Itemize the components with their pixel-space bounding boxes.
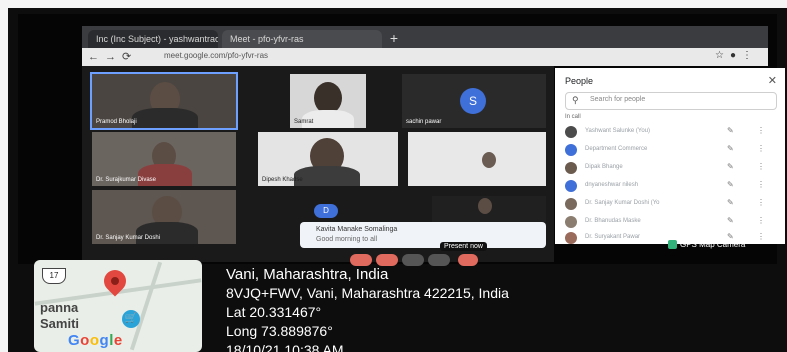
participant-row[interactable]: Dipak Bhange ✎ ⋮: [565, 160, 777, 176]
avatar: [565, 162, 577, 174]
search-placeholder: Search for people: [590, 96, 646, 103]
tab-meet[interactable]: Meet - pfo-yfvr-ras: [222, 30, 382, 50]
people-panel: People ✕ ⚲ Search for people In call Yas…: [555, 68, 785, 244]
avatar: [565, 126, 577, 138]
participant-name: Dipesh Khadse: [262, 177, 303, 183]
more-options-icon[interactable]: ⋮: [757, 180, 765, 189]
participant-row[interactable]: Dr. Sanjay Kumar Doshi (Yo ✎ ⋮: [565, 196, 777, 212]
participant-name: Samrat: [294, 119, 314, 125]
browser-tab-bar: Inc (Inc Subject) - yashwantrao (Mail) M…: [82, 26, 768, 50]
gps-badge-label: GPS Map Camera: [680, 240, 746, 249]
route-shield: 17: [42, 268, 66, 284]
mic-muted-icon[interactable]: ✎: [727, 144, 734, 153]
mic-muted-icon[interactable]: ✎: [727, 198, 734, 207]
people-panel-title: People: [565, 76, 594, 86]
present-screen-icon[interactable]: [428, 254, 450, 266]
more-options-icon[interactable]: ⋮: [757, 198, 765, 207]
participant-tile[interactable]: Dr. Surajkumar Divase: [92, 132, 236, 186]
captions-icon[interactable]: [402, 254, 424, 266]
more-options-icon[interactable]: ⋮: [757, 162, 765, 171]
participant-face: [478, 198, 492, 214]
participant-row-name: Dr. Suryakant Pawar: [585, 234, 641, 240]
nav-icons[interactable]: ←→⟳: [88, 50, 137, 63]
gps-map-camera-badge: GPS Map Camera: [668, 240, 746, 250]
participant-tile[interactable]: Pramod Bholaji: [90, 72, 238, 130]
participant-tile[interactable]: [432, 196, 546, 222]
google-logo: Google: [68, 332, 123, 349]
participant-name: Pramod Bholaji: [96, 119, 137, 125]
gps-place: Vani, Maharashtra, India: [226, 266, 389, 283]
participant-body: [132, 108, 198, 128]
camera-toggle-icon[interactable]: [376, 254, 398, 266]
participant-row-name: Dr. Bhanudas Maske: [585, 218, 641, 224]
participant-avatar: S: [460, 88, 486, 114]
participant-tile[interactable]: Samrat: [290, 74, 366, 128]
participant-name: Dr. Surajkumar Divase: [96, 177, 157, 183]
participant-tile[interactable]: S sachin pawar: [402, 74, 546, 128]
map-road: [129, 261, 163, 351]
participant-row-name: Department Commerce: [585, 146, 648, 152]
mic-muted-icon[interactable]: ✎: [727, 180, 734, 189]
avatar: [565, 180, 577, 192]
location-map: 17 panna Samiti 🛒 Google: [34, 260, 202, 352]
present-now-tooltip: Present now: [440, 242, 487, 251]
participant-tile[interactable]: Dr. Sanjay Kumar Doshi: [92, 190, 236, 244]
gps-address: 8VJQ+FWV, Vani, Maharashtra 422215, Indi…: [226, 285, 509, 301]
participant-face: [482, 152, 496, 168]
avatar: [565, 144, 577, 156]
participant-tile[interactable]: [408, 132, 546, 186]
participant-body: [294, 166, 360, 186]
participant-row-name: dnyaneshwar nilesh: [585, 182, 639, 188]
in-call-heading: In call: [565, 114, 581, 120]
participant-name: sachin pawar: [406, 119, 442, 125]
browser-tools-icons[interactable]: ☆●⋮: [715, 50, 758, 61]
gps-info: Vani, Maharashtra, India 8VJQ+FWV, Vani,…: [226, 266, 509, 352]
search-icon: ⚲: [572, 95, 579, 105]
new-tab-icon[interactable]: +: [386, 30, 402, 46]
participant-row[interactable]: Dr. Bhanudas Maske ✎ ⋮: [565, 214, 777, 230]
participant-row[interactable]: dnyaneshwar nilesh ✎ ⋮: [565, 178, 777, 194]
photo-frame: Inc (Inc Subject) - yashwantrao (Mail) M…: [8, 8, 787, 352]
chat-notification[interactable]: Kavita Manake Somalinga Good morning to …: [300, 222, 546, 248]
gps-longitude: Long 73.889876°: [226, 323, 333, 339]
participant-row-name: Dipak Bhange: [585, 164, 623, 170]
chat-sender: Kavita Manake Somalinga: [316, 226, 398, 233]
mic-muted-icon[interactable]: ✎: [727, 126, 734, 135]
participant-tile[interactable]: Dipesh Khadse: [258, 132, 398, 186]
people-search-input[interactable]: ⚲ Search for people: [565, 92, 777, 110]
avatar: [565, 232, 577, 244]
avatar: [565, 198, 577, 210]
close-icon[interactable]: ✕: [768, 74, 777, 87]
gps-datetime: 18/10/21 10:38 AM: [226, 342, 344, 352]
participant-row-name: Yashwant Salunke (You): [585, 128, 651, 134]
chat-message: Good morning to all: [316, 236, 378, 243]
participant-row[interactable]: Department Commerce ✎ ⋮: [565, 142, 777, 158]
map-place-label: Samiti: [40, 316, 80, 331]
tab-inbox[interactable]: Inc (Inc Subject) - yashwantrao (Mail): [88, 30, 218, 50]
participant-avatar-chip: D: [314, 204, 338, 218]
gps-camera-icon: [668, 240, 677, 250]
meeting-stage: Pramod Bholaji Samrat S sachin pawar Dr.…: [82, 66, 554, 262]
mic-muted-icon[interactable]: ✎: [727, 162, 734, 171]
avatar: [565, 216, 577, 228]
participant-row[interactable]: Yashwant Salunke (You) ✎ ⋮: [565, 124, 777, 140]
more-options-icon[interactable]: ⋮: [757, 216, 765, 225]
shopping-cart-icon: 🛒: [122, 310, 140, 328]
more-options-icon[interactable]: ⋮: [757, 144, 765, 153]
more-options-icon[interactable]: ⋮: [757, 232, 765, 241]
participant-name: Dr. Sanjay Kumar Doshi: [96, 235, 161, 241]
mic-toggle-icon[interactable]: [350, 254, 372, 266]
mic-muted-icon[interactable]: ✎: [727, 216, 734, 225]
more-options-icon[interactable]: ⋮: [757, 126, 765, 135]
gps-latitude: Lat 20.331467°: [226, 304, 322, 320]
map-place-label: panna: [40, 300, 79, 315]
leave-call-icon[interactable]: [458, 254, 478, 266]
participant-row-name: Dr. Sanjay Kumar Doshi (Yo: [585, 200, 660, 206]
address-bar: ←→⟳ meet.google.com/pfo-yfvr-ras ☆●⋮: [82, 48, 768, 66]
url-field[interactable]: meet.google.com/pfo-yfvr-ras: [164, 51, 268, 60]
